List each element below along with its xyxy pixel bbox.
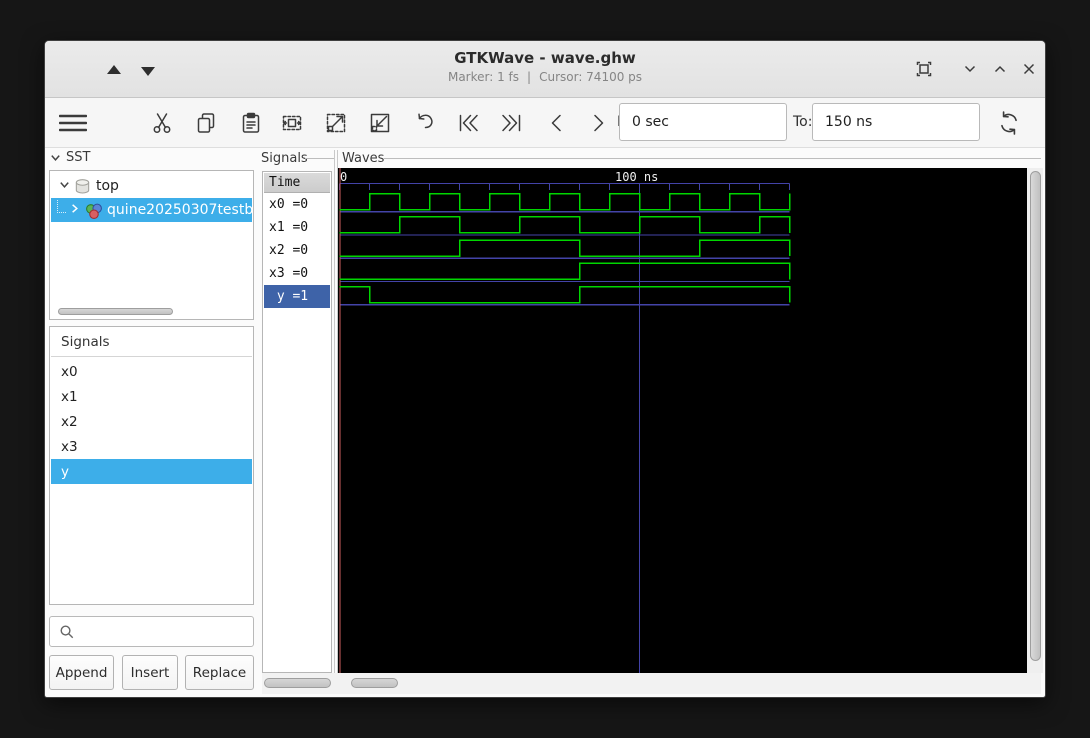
sst-expander[interactable]: SST (49, 150, 90, 165)
window-title: GTKWave - wave.ghw (454, 49, 636, 67)
value-row-x3[interactable]: x3 =0 (264, 262, 330, 285)
signal-list-item-x3[interactable]: x3 (51, 434, 252, 459)
gtkwave-window: GTKWave - wave.ghw Marker: 1 fs | Cursor: … (44, 40, 1046, 698)
chevron-down-icon (51, 155, 60, 161)
zoom-fit-icon (282, 115, 302, 131)
chevron-up-icon (994, 65, 1006, 73)
signal-search-input[interactable] (81, 623, 253, 640)
waves-vscroll-thumb[interactable] (1030, 171, 1041, 661)
signal-list-item-x2[interactable]: x2 (51, 409, 252, 434)
reload-button[interactable] (991, 105, 1027, 141)
fullscreen-button[interactable] (913, 58, 935, 80)
copy-icon (197, 113, 215, 133)
titlebar: GTKWave - wave.ghw Marker: 1 fs | Cursor: … (45, 41, 1045, 98)
cut-button[interactable] (144, 105, 180, 141)
tree-item-top[interactable]: top (51, 174, 252, 198)
values-frame-label: Signals (261, 151, 308, 166)
wave-display[interactable]: 0 100 ns (338, 168, 1027, 673)
value-row-x0[interactable]: x0 =0 (264, 193, 330, 216)
expander-chevron-right-icon[interactable] (68, 202, 81, 219)
waves-frame-label: Waves (342, 151, 385, 166)
signal-list-item-x0[interactable]: x0 (51, 359, 252, 384)
tree-guide-line (57, 199, 67, 213)
zoom-in-button[interactable] (318, 105, 354, 141)
value-row-y[interactable]: y =1 (264, 285, 330, 308)
cursor-status: Cursor: 74100 ps (539, 70, 643, 84)
menu-button[interactable] (55, 105, 91, 141)
to-label: To: (793, 114, 813, 130)
expander-chevron-down-icon[interactable] (58, 178, 71, 195)
reload-icon (1001, 111, 1017, 135)
values-hscroll-thumb[interactable] (264, 678, 331, 688)
sst-label: SST (66, 150, 91, 165)
undo-button[interactable] (407, 105, 443, 141)
chevron-left-icon (551, 114, 561, 132)
signal-values-panel: Time x0 =0 x1 =0 x2 =0 x3 =0 y =1 (262, 171, 332, 673)
waves-frame-line (384, 158, 1041, 159)
value-row-x1[interactable]: x1 =0 (264, 216, 330, 239)
tree-hscroll-thumb[interactable] (58, 308, 173, 315)
hamburger-menu-icon (59, 114, 87, 132)
tree-item-label: top (96, 178, 119, 194)
waveform-traces (338, 168, 791, 673)
skip-to-start-icon (459, 114, 478, 132)
desktop-background: GTKWave - wave.ghw Marker: 1 fs | Cursor: … (0, 0, 1090, 738)
paste-button[interactable] (233, 105, 269, 141)
fullscreen-icon (916, 61, 932, 77)
to-input[interactable] (812, 103, 980, 141)
toolbar: From: To: (45, 98, 1045, 148)
marker-status: Marker: 1 fs (447, 70, 520, 84)
time-column-header[interactable]: Time (264, 173, 330, 193)
design-unit-icon (86, 203, 102, 219)
chevron-right-icon (594, 114, 604, 132)
chevron-down-icon (964, 65, 976, 73)
module-cylinder-icon (75, 178, 90, 194)
undo-arrow-icon (418, 113, 433, 129)
waves-hscroll-thumb[interactable] (351, 678, 398, 688)
title-block: GTKWave - wave.ghw Marker: 1 fs | Cursor: … (45, 49, 1045, 84)
signal-search-box (49, 616, 254, 647)
append-button[interactable]: Append (49, 655, 114, 690)
signal-list-item-y[interactable]: y (51, 459, 252, 484)
signal-list-item-x1[interactable]: x1 (51, 384, 252, 409)
close-icon (1023, 63, 1035, 75)
values-frame-line (305, 158, 334, 159)
zoom-out-button[interactable] (362, 105, 398, 141)
tree-item-label: quine20250307testbench (107, 202, 252, 218)
scissors-icon (153, 113, 171, 133)
zoom-in-icon (326, 113, 346, 133)
zoom-fit-button[interactable] (274, 105, 310, 141)
signal-browser-panel: Signals x0 x1 x2 x3 y (49, 326, 254, 605)
skip-to-end-icon (502, 114, 521, 132)
next-edge-button[interactable] (580, 105, 616, 141)
copy-button[interactable] (188, 105, 224, 141)
status-line: Marker: 1 fs | Cursor: 74100 ps (45, 70, 1045, 84)
minimize-button[interactable] (959, 58, 981, 80)
go-to-start-button[interactable] (450, 105, 486, 141)
replace-button[interactable]: Replace (185, 655, 254, 690)
sst-tree-panel: top quine20250307testbench (49, 170, 254, 320)
close-button[interactable] (1018, 58, 1040, 80)
search-icon (60, 625, 74, 639)
value-row-x2[interactable]: x2 =0 (264, 239, 330, 262)
prev-edge-button[interactable] (539, 105, 575, 141)
insert-button[interactable]: Insert (122, 655, 178, 690)
maximize-button[interactable] (989, 58, 1011, 80)
status-divider: | (527, 70, 532, 84)
from-input[interactable] (619, 103, 787, 141)
zoom-out-icon (370, 113, 390, 133)
signals-column-header[interactable]: Signals (51, 328, 252, 357)
go-to-end-button[interactable] (494, 105, 530, 141)
tree-item-testbench[interactable]: quine20250307testbench (51, 198, 252, 222)
paste-icon (242, 112, 260, 133)
